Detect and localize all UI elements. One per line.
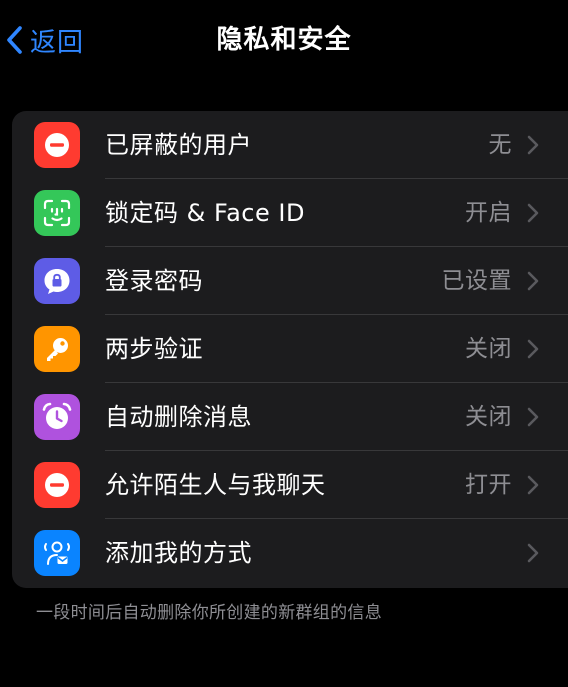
row-label: 自动删除消息 [105,403,252,431]
row-value: 开启 [465,200,512,226]
blocked-icon [34,122,80,168]
chevron-right-icon [526,473,540,497]
blocked-icon [34,462,80,508]
alarm-clock-icon [34,394,80,440]
row-passcode-face-id[interactable]: 锁定码 & Face ID 开启 [12,179,568,247]
person-contact-icon [34,530,80,576]
navigation-bar: 返回 隐私和安全 [0,0,568,80]
chevron-right-icon [526,541,540,565]
page-title: 隐私和安全 [216,25,352,55]
row-value: 无 [488,132,512,158]
row-two-step-verification[interactable]: 两步验证 关闭 [12,315,568,383]
chevron-right-icon [526,405,540,429]
key-icon [34,326,80,372]
row-blocked-users[interactable]: 已屏蔽的用户 无 [12,111,568,179]
lock-bubble-icon [34,258,80,304]
chevron-right-icon [526,133,540,157]
row-value: 关闭 [465,404,512,430]
settings-group: 已屏蔽的用户 无 锁定码 & Face ID 开启 登录密码 已设置 两步验证 … [12,111,568,588]
chevron-right-icon [526,337,540,361]
face-id-icon [34,190,80,236]
row-ways-to-add-me[interactable]: 添加我的方式 [12,519,568,587]
chevron-right-icon [526,201,540,225]
auto-delete-footnote: 一段时间后自动删除你所创建的新群组的信息 [36,603,382,623]
row-auto-delete-messages[interactable]: 自动删除消息 关闭 [12,383,568,451]
row-label: 登录密码 [105,267,203,295]
row-login-password[interactable]: 登录密码 已设置 [12,247,568,315]
chevron-right-icon [526,269,540,293]
row-label: 两步验证 [105,335,203,363]
row-value: 打开 [465,472,512,498]
row-label: 允许陌生人与我聊天 [105,471,326,499]
row-value: 已设置 [441,268,512,294]
row-label: 添加我的方式 [105,539,252,567]
row-label: 已屏蔽的用户 [105,131,252,159]
privacy-security-screen: 返回 隐私和安全 已屏蔽的用户 无 锁定码 & Face ID 开启 登录密码 … [0,0,568,687]
row-value: 关闭 [465,336,512,362]
row-label: 锁定码 & Face ID [105,199,305,227]
row-allow-stranger-chat[interactable]: 允许陌生人与我聊天 打开 [12,451,568,519]
